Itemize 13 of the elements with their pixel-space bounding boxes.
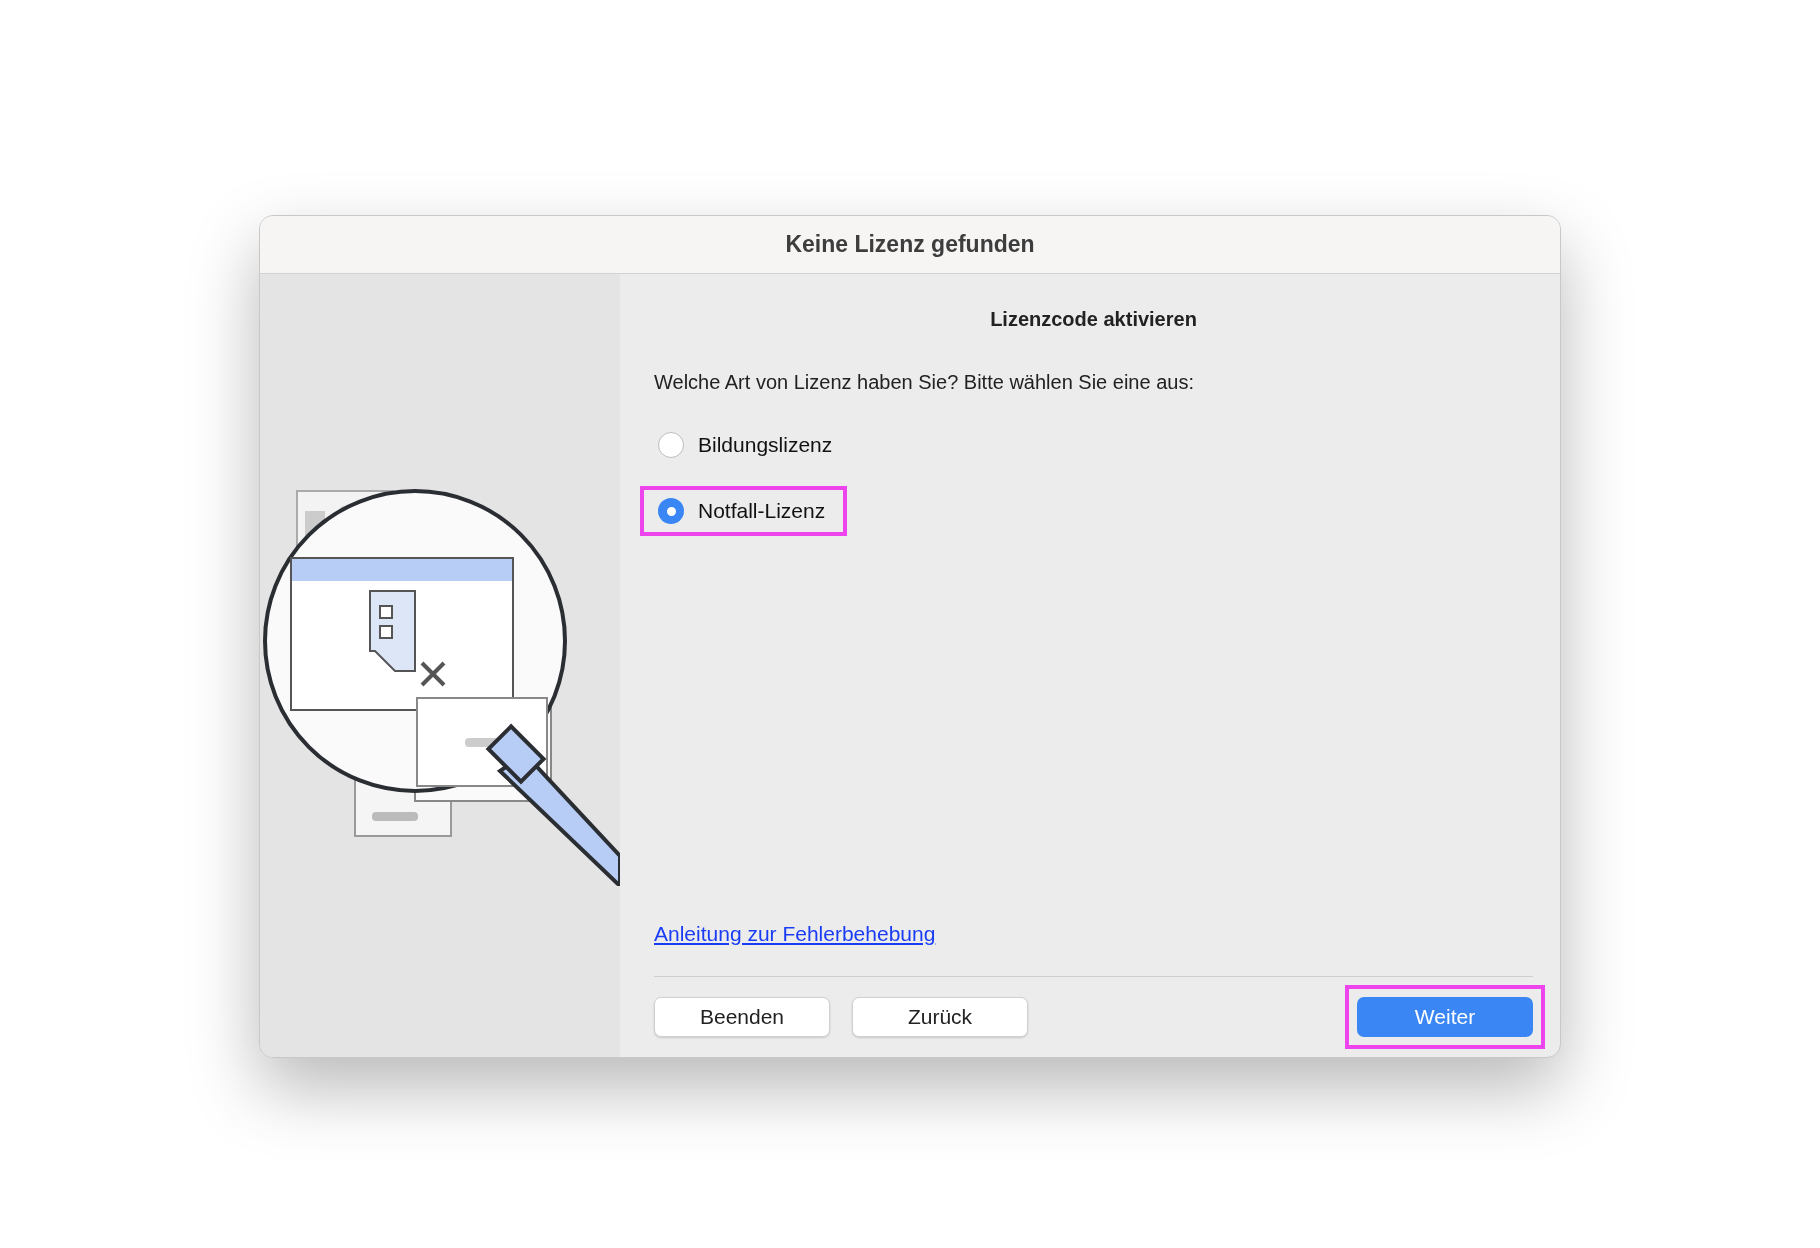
section-heading: Lizenzcode aktivieren: [990, 308, 1197, 331]
dialog-button[interactable]: Weiter: [1357, 997, 1533, 1037]
troubleshooting-link[interactable]: Anleitung zur Fehlerbehebung: [654, 922, 936, 946]
radio-option[interactable]: Bildungslizenz: [640, 420, 855, 470]
radio-option[interactable]: Notfall-Lizenz: [640, 486, 848, 536]
dialog-button[interactable]: Beenden: [654, 997, 830, 1037]
radio-button[interactable]: [658, 498, 684, 524]
option-label: Notfall-Lizenz: [698, 499, 826, 523]
window-title: Keine Lizenz gefunden: [785, 231, 1035, 258]
dialog-button[interactable]: Zurück: [852, 997, 1028, 1037]
option-label: Bildungslizenz: [698, 433, 833, 457]
radio-button[interactable]: [658, 432, 684, 458]
question-text: Welche Art von Lizenz haben Sie? Bitte wählen Sie eine aus:: [654, 371, 1195, 394]
